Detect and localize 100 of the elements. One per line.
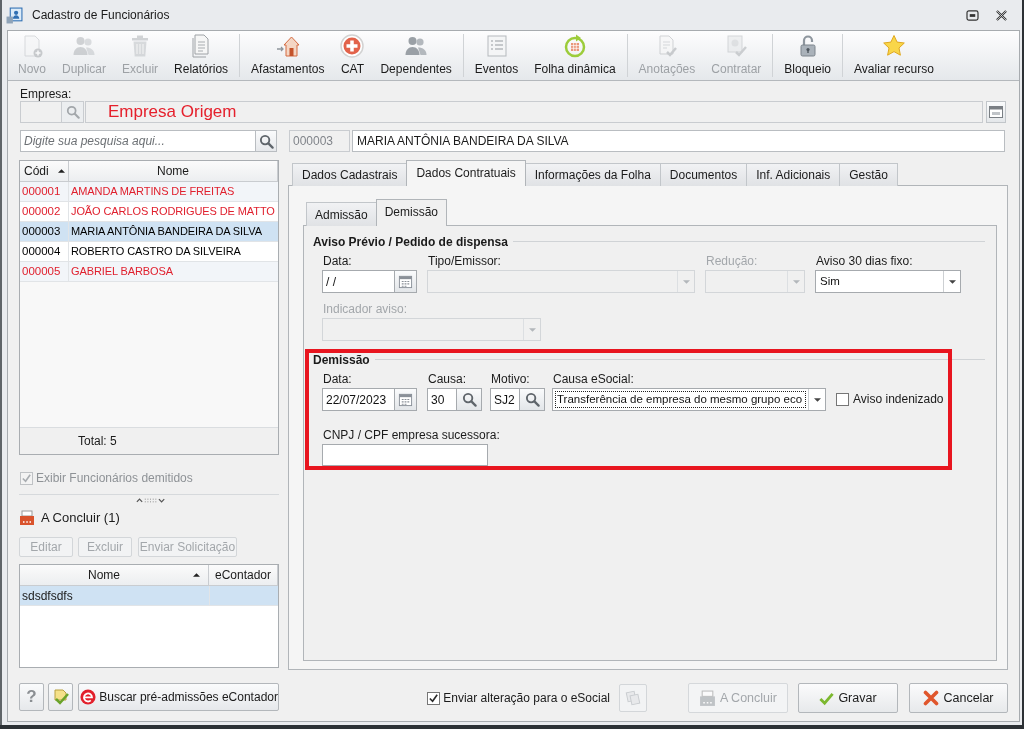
toolbar-button[interactable]: Relatórios <box>166 34 237 77</box>
table-row[interactable]: 000005 GABRIEL BARBOSA <box>20 262 278 282</box>
star-icon <box>881 34 906 58</box>
toolbar-button[interactable]: Dependentes <box>372 34 460 77</box>
tab[interactable]: Demissão <box>375 199 448 226</box>
table-row[interactable]: 000004 ROBERTO CASTRO DA SILVEIRA <box>20 242 278 262</box>
toolbar-button[interactable]: Avaliar recurso <box>846 34 942 77</box>
house-arrow-icon <box>275 34 300 58</box>
fetch-button[interactable]: Buscar pré-admissões eContador <box>78 683 279 711</box>
code-field[interactable]: SJ2 <box>490 388 520 411</box>
printer-icon <box>699 689 716 707</box>
splitter-grip-icon <box>136 497 166 504</box>
tab[interactable]: Documentos <box>659 163 748 186</box>
column-header[interactable]: Códi <box>20 161 69 181</box>
text-field[interactable] <box>322 444 488 466</box>
table-row[interactable]: sdsdfsdfs <box>20 586 278 606</box>
sync-button[interactable] <box>48 683 74 711</box>
name-field[interactable]: MARIA ANTÔNIA BANDEIRA DA SILVA <box>352 130 1005 152</box>
checkbox-label: Enviar alteração para o eSocial <box>443 690 610 707</box>
table-cell: 000003 <box>20 222 69 241</box>
code-field[interactable]: 30 <box>427 388 457 411</box>
checkbox-label: Aviso indenizado <box>852 391 945 408</box>
group-title: Aviso Prévio / Pedido de dispensa <box>313 233 508 251</box>
table-cell-text: GABRIEL BARBOSA <box>70 264 175 280</box>
caret-icon <box>682 279 690 284</box>
checkmark-icon <box>21 472 32 484</box>
search-button[interactable] <box>520 388 545 411</box>
date-field[interactable]: 22/07/2023 <box>322 388 395 411</box>
search-button[interactable] <box>256 130 277 152</box>
company-name-field[interactable]: Empresa Origem <box>85 101 983 123</box>
toolbar-button[interactable]: Eventos <box>466 34 527 77</box>
table-cell-text: ROBERTO CASTRO DA SILVEIRA <box>70 244 242 260</box>
caret-icon <box>792 279 800 284</box>
field-label: Empresa: <box>20 87 72 101</box>
restore-icon <box>965 9 979 21</box>
field-label: Redução: <box>705 254 758 269</box>
toolbar-button[interactable]: Folha dinâmica <box>526 34 624 77</box>
tab[interactable]: Dados Cadastrais <box>292 163 408 186</box>
dropdown[interactable]: Transferência de empresa do mesmo grupo eco <box>552 388 826 411</box>
column-header[interactable]: Nome <box>69 161 278 181</box>
table-cell-text: MARIA ANTÔNIA BANDEIRA DA SILVA <box>70 224 263 240</box>
table-cell: 000001 <box>20 182 69 201</box>
calculator-refresh-icon <box>562 34 587 58</box>
checkmark-icon <box>428 692 440 704</box>
document-check-icon <box>51 688 70 706</box>
search-field[interactable]: Digite sua pesquisa aqui... <box>20 130 256 152</box>
checkmark-icon <box>819 690 835 706</box>
caret-icon <box>528 327 536 332</box>
field-label: Data: <box>322 254 352 269</box>
field-label: Causa: <box>427 372 467 387</box>
toolbar-button[interactable]: Afastamentos <box>243 34 333 77</box>
people-icon <box>72 34 96 58</box>
field-label: CNPJ / CPF empresa sucessora: <box>322 428 500 443</box>
search-icon <box>461 392 477 407</box>
dropdown[interactable]: Sim <box>815 270 961 293</box>
window-button[interactable] <box>986 101 1006 123</box>
table-cell-text: AMANDA MARTINS DE FREITAS <box>70 184 236 200</box>
tab[interactable]: Dados Contratuais <box>406 160 526 186</box>
table-cell-text: JOÃO CARLOS RODRIGUES DE MATTO <box>70 204 276 220</box>
table-cell: 000004 <box>20 242 69 261</box>
sort-ascending-icon <box>57 169 65 173</box>
date-field[interactable]: / / <box>322 270 395 293</box>
search-button[interactable] <box>457 388 482 411</box>
field-label: Data: <box>322 372 352 387</box>
calendar-icon <box>398 392 413 407</box>
company-code-field[interactable] <box>20 101 62 123</box>
tab[interactable]: Inf. Adicionais <box>746 163 841 186</box>
window-icon <box>989 106 1003 118</box>
column-header[interactable]: Nome <box>20 565 209 585</box>
field-label: Causa eSocial: <box>552 372 634 387</box>
table-row[interactable]: 000002 JOÃO CARLOS RODRIGUES DE MATTO <box>20 202 278 222</box>
toolbar-button[interactable]: Bloqueio <box>776 34 840 77</box>
checkbox[interactable] <box>427 691 441 705</box>
search-icon <box>65 105 80 119</box>
action-button[interactable]: Gravar <box>798 683 898 713</box>
field-label: Motivo: <box>490 372 530 387</box>
toolbar-button[interactable]: CAT <box>332 34 373 77</box>
table-cell: 000005 <box>20 262 69 281</box>
calendar-button[interactable] <box>395 388 417 411</box>
tab[interactable]: Admissão <box>306 202 377 226</box>
people-icon <box>404 34 429 58</box>
medical-cross-icon <box>340 34 365 58</box>
total-count: Total: 5 <box>78 433 117 450</box>
window-title: Cadastro de Funcionários <box>32 7 170 24</box>
field-label: Aviso 30 dias fixo: <box>815 254 913 269</box>
table-cell: 000002 <box>20 202 69 221</box>
table-row[interactable]: 000001 AMANDA MARTINS DE FREITAS <box>20 182 278 202</box>
tab[interactable]: Gestão <box>839 163 898 186</box>
cancel-icon <box>923 690 940 706</box>
calendar-button[interactable] <box>395 270 417 293</box>
printer-icon <box>19 510 35 526</box>
tab[interactable]: Informações da Folha <box>524 163 661 186</box>
e-logo-icon <box>80 689 97 705</box>
section-title: A Concluir (1) <box>41 509 120 528</box>
column-header[interactable]: eContador <box>209 565 278 585</box>
field-label: Indicador aviso: <box>322 302 408 317</box>
table-row[interactable]: 000003 MARIA ANTÔNIA BANDEIRA DA SILVA <box>20 222 278 242</box>
search-icon <box>524 392 540 407</box>
checkbox[interactable] <box>836 393 849 406</box>
action-button[interactable]: Cancelar <box>909 683 1008 713</box>
